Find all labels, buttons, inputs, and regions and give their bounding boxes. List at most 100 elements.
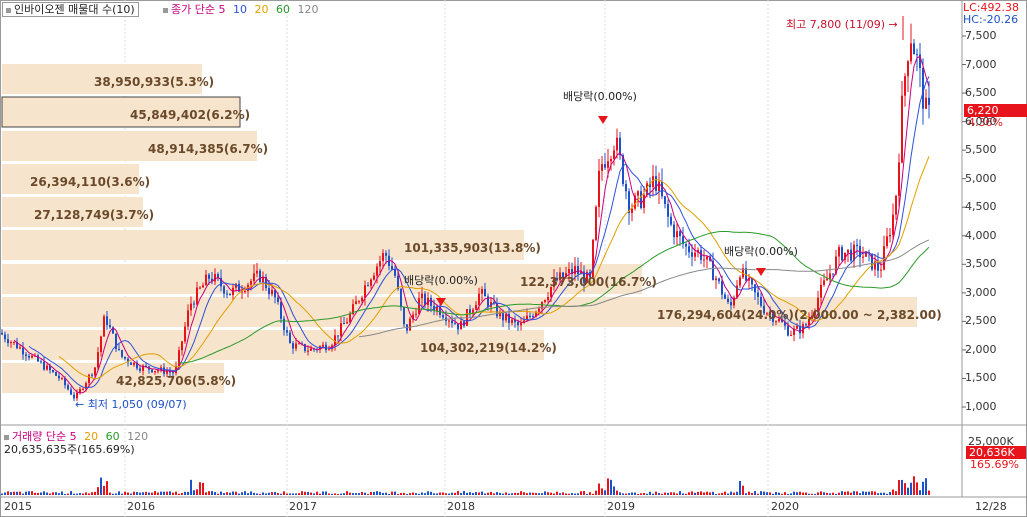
volume-bar <box>679 491 681 495</box>
candle-body <box>196 287 198 305</box>
candle-body <box>442 315 444 318</box>
candle-body <box>703 259 705 261</box>
candle-body <box>829 273 831 279</box>
volume-bar <box>298 493 300 495</box>
candle-body <box>625 183 627 192</box>
volume-bar <box>10 492 12 495</box>
volume-bar <box>580 491 582 495</box>
volume-bar <box>370 491 372 495</box>
candle-body <box>478 293 480 306</box>
candle-body <box>94 367 96 376</box>
dividend-arrow-1 <box>598 116 608 124</box>
volume-bar <box>268 492 270 495</box>
candle-body <box>310 348 312 351</box>
volume-bar <box>538 493 540 495</box>
volume-bar <box>1 493 3 495</box>
volume-bar <box>91 492 93 495</box>
volume-bar <box>139 492 141 495</box>
volume-bar <box>331 493 333 495</box>
volume-bar <box>694 492 696 495</box>
y-tick-label: 4,500 <box>965 200 997 214</box>
profile-label-4: 26,394,110(3.6%) <box>30 175 151 189</box>
volume-bar <box>64 493 66 495</box>
volume-bar <box>100 477 102 495</box>
candle-body <box>610 158 612 162</box>
volume-bar <box>256 493 258 495</box>
candle-body <box>721 281 723 295</box>
volume-bar <box>478 492 480 495</box>
candle-body <box>343 323 345 325</box>
volume-bar <box>196 489 198 495</box>
stock-chart-window: 인바이오젠 매물대 수(10) 종가 단순 5 10 20 60 120 LC:… <box>0 0 1027 517</box>
volume-bar <box>868 491 870 495</box>
candle-body <box>475 305 477 310</box>
candle-body <box>724 294 726 299</box>
volume-bar <box>7 491 9 495</box>
volume-bar <box>226 492 228 495</box>
candle-body <box>640 191 642 209</box>
ma-period-5: 5 <box>218 3 226 16</box>
dividend-label-2: 배당락(0.00%) <box>404 274 478 287</box>
candle-body <box>13 341 15 343</box>
volume-bar <box>883 492 885 495</box>
ma-period-20: 20 <box>254 3 269 16</box>
volume-bar <box>37 492 39 495</box>
candle-body <box>607 161 609 168</box>
volume-bar <box>589 492 591 495</box>
volume-bar <box>730 491 732 495</box>
candle-body <box>208 274 210 279</box>
volume-bar <box>796 492 798 495</box>
volume-bar <box>130 493 132 495</box>
volume-bar <box>562 492 564 495</box>
ma-legend[interactable]: 종가 단순 5 10 20 60 120 <box>163 3 318 16</box>
volume-bar <box>523 492 525 495</box>
volume-bar <box>925 478 927 495</box>
candle-body <box>907 61 909 77</box>
volume-bar <box>88 493 90 495</box>
volume-bar <box>577 493 579 495</box>
volume-bar <box>271 492 273 495</box>
volume-bar <box>214 492 216 495</box>
candle-body <box>193 303 195 305</box>
volume-bar <box>739 480 741 495</box>
volume-bar <box>874 491 876 495</box>
volume-bar <box>304 491 306 495</box>
candle-body <box>532 316 534 318</box>
volume-bar <box>28 491 30 495</box>
candle-body <box>367 285 369 287</box>
high-label: 최고 7,800 (11/09) <box>786 18 886 31</box>
candle-body <box>106 316 108 325</box>
candle-body <box>655 176 657 191</box>
candle-body <box>226 293 228 295</box>
volume-bar <box>169 491 171 495</box>
candle-body <box>109 324 111 328</box>
volume-bar <box>781 493 783 495</box>
candle-body <box>184 326 186 342</box>
volume-bar <box>778 492 780 495</box>
candle-body <box>739 277 741 286</box>
volume-bar <box>862 491 864 495</box>
ma-period-120: 120 <box>297 3 319 16</box>
volume-bar <box>34 492 36 495</box>
candle-body <box>67 385 69 390</box>
candle-body <box>685 244 687 247</box>
y-tick-label: 6,500 <box>965 86 997 100</box>
candle-body <box>454 323 456 325</box>
volume-bar <box>754 491 756 495</box>
volume-bar <box>709 492 711 495</box>
candle-body <box>91 374 93 376</box>
stock-title[interactable]: 인바이오젠 매물대 수(10) <box>2 2 139 17</box>
hc-value: HC:-20.26 <box>963 13 1019 26</box>
candle-body <box>190 303 192 311</box>
volume-bar <box>439 492 441 495</box>
volume-bar <box>442 492 444 495</box>
candle-body <box>82 388 84 390</box>
candle-body <box>22 347 24 355</box>
volume-bar <box>415 493 417 495</box>
y-tick-label: 5,500 <box>965 143 997 157</box>
volume-bar <box>376 491 378 495</box>
volume-bar <box>178 493 180 495</box>
volume-bar <box>232 491 234 495</box>
volume-bar <box>205 492 207 495</box>
candle-body <box>676 231 678 238</box>
